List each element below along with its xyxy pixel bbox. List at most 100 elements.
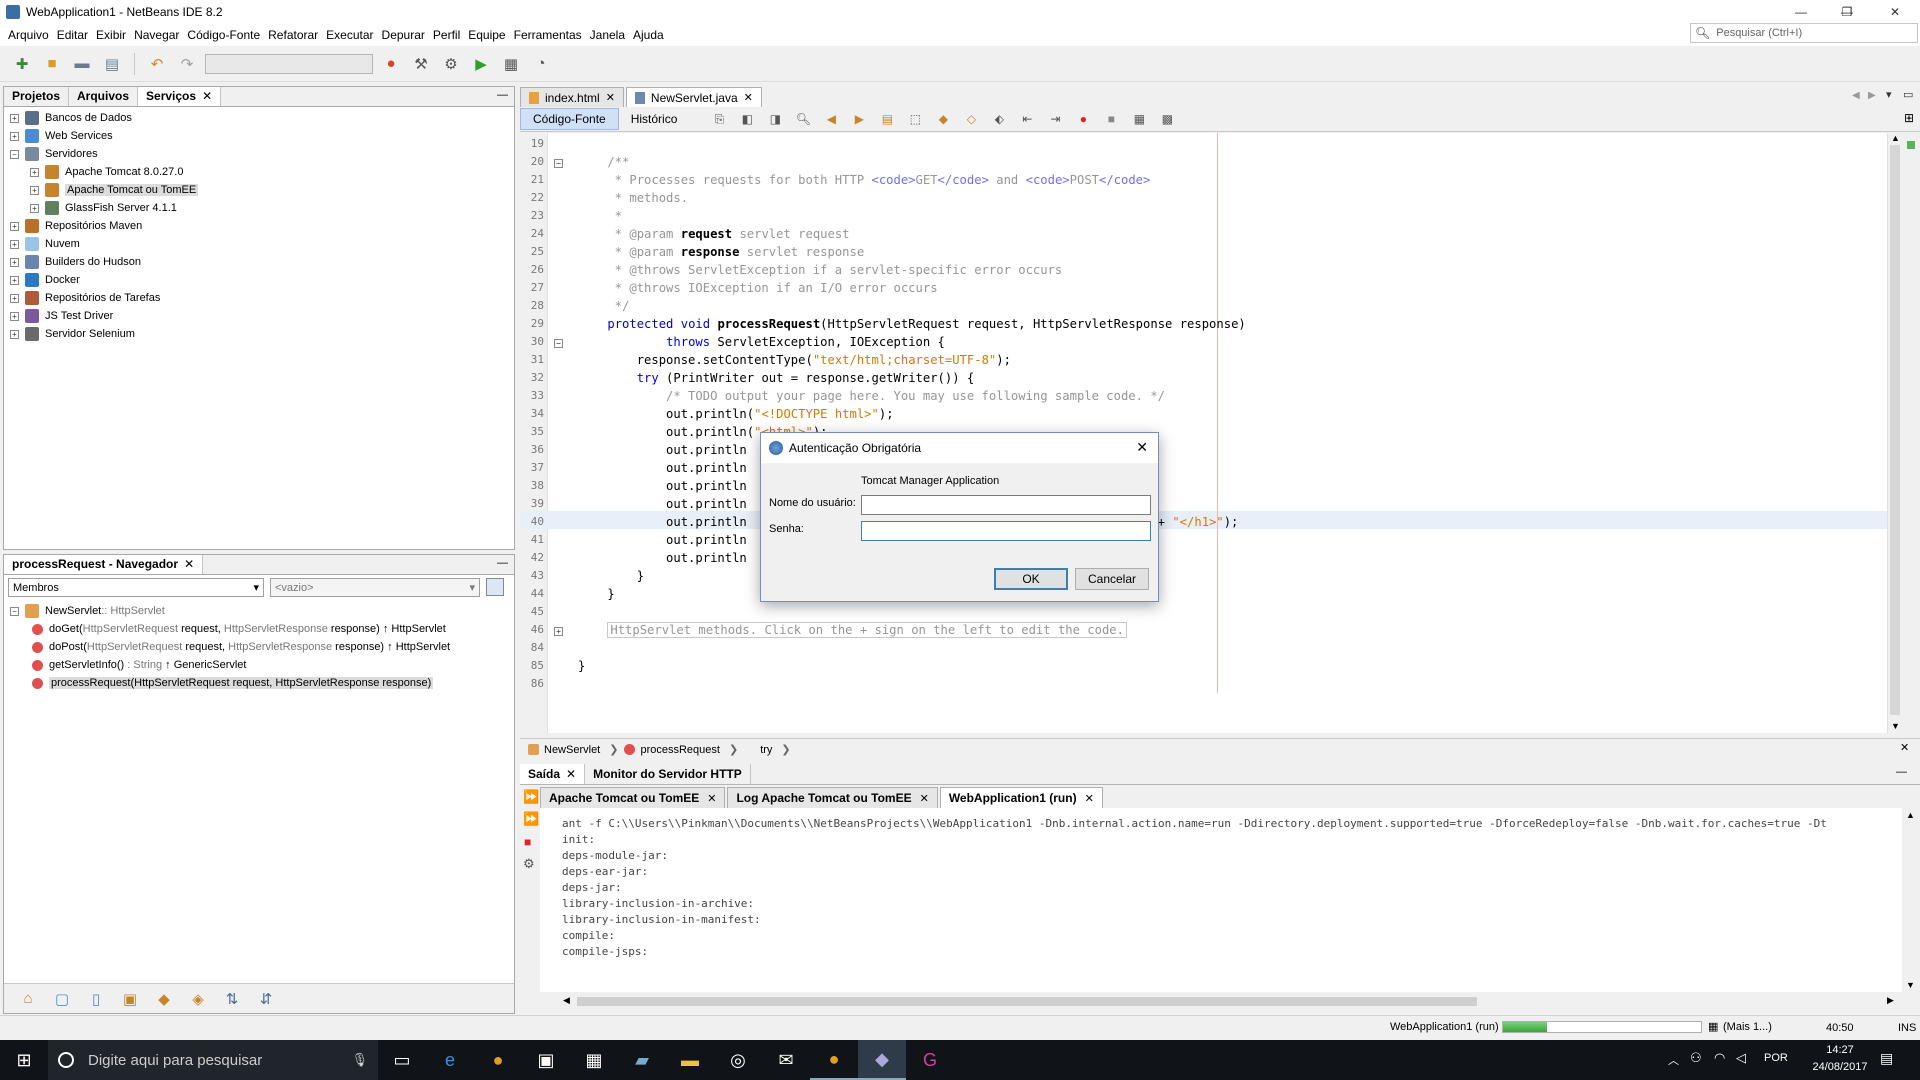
forward-icon[interactable]: ◨ <box>763 107 787 131</box>
tree-node[interactable]: + Nuvem <box>10 235 514 253</box>
open-project-icon[interactable]: ▬ <box>70 52 94 76</box>
clock-date[interactable]: 24/08/2017 <box>1806 1061 1874 1073</box>
breadcrumb-item[interactable]: NewServlet ❯ <box>528 743 618 756</box>
menu-item[interactable]: Ferramentas <box>510 28 586 42</box>
fold-toggle-icon[interactable]: − <box>554 339 563 348</box>
output-tab[interactable]: WebApplication1 (run) ✕ <box>939 787 1103 808</box>
close-icon[interactable]: ✕ <box>202 89 212 103</box>
ok-button[interactable]: OK <box>994 568 1068 590</box>
network-icon[interactable]: ⚇ <box>1690 1050 1702 1066</box>
menu-item[interactable]: Arquivo <box>4 28 53 42</box>
save-all-icon[interactable]: ▤ <box>100 52 124 76</box>
tree-node[interactable]: + GlassFish Server 4.1.1 <box>10 199 514 217</box>
password-field[interactable] <box>861 521 1151 541</box>
expand-icon[interactable]: + <box>10 293 19 303</box>
expand-icon[interactable]: + <box>10 311 19 321</box>
tab-list-icon[interactable]: ▾ <box>1886 88 1892 101</box>
member-node[interactable]: doGet(HttpServletRequest request, HttpSe… <box>10 620 514 638</box>
profile-icon[interactable]: ◔ <box>529 52 553 76</box>
cancel-button[interactable]: Cancelar <box>1075 568 1149 590</box>
output-minimize-button[interactable]: — <box>1896 766 1907 778</box>
expand-icon[interactable]: + <box>10 329 19 339</box>
menu-item[interactable]: Navegar <box>130 28 183 42</box>
undo-icon[interactable]: ↶ <box>145 52 169 76</box>
scroll-down-icon[interactable]: ▼ <box>1891 721 1900 731</box>
tab-output[interactable]: Saída ✕ <box>520 764 586 784</box>
chrome-window-icon[interactable]: ● <box>810 1040 858 1080</box>
comment-icon[interactable]: ▦ <box>1127 107 1151 131</box>
menu-item[interactable]: Exibir <box>92 28 130 42</box>
prev-bookmark-icon[interactable]: ◆ <box>931 107 955 131</box>
close-icon[interactable]: ✕ <box>606 91 615 104</box>
back-icon[interactable]: ◧ <box>735 107 759 131</box>
store-icon[interactable]: ▣ <box>522 1040 570 1080</box>
menu-item[interactable]: Editar <box>53 28 92 42</box>
class-node[interactable]: − NewServlet :: HttpServlet <box>10 602 514 620</box>
new-project-icon[interactable]: ■ <box>40 52 64 76</box>
maximize-button[interactable]: ❐ <box>1824 0 1870 24</box>
output-tab[interactable]: Log Apache Tomcat ou TomEE ✕ <box>727 787 938 808</box>
username-field[interactable] <box>861 495 1151 515</box>
maximize-editor-icon[interactable]: ▭ <box>1903 88 1913 101</box>
task-view-icon[interactable]: ▭ <box>378 1040 426 1080</box>
run-icon[interactable]: ▶ <box>469 52 493 76</box>
uncomment-icon[interactable]: ▩ <box>1155 107 1179 131</box>
menu-item[interactable]: Executar <box>322 28 377 42</box>
collapse-icon[interactable]: − <box>10 149 19 159</box>
editor-tab[interactable]: NewServlet.java ✕ <box>625 87 762 107</box>
fold-toggle-icon[interactable]: − <box>554 159 563 168</box>
find-next-icon[interactable]: ▶ <box>847 107 871 131</box>
dialog-close-button[interactable]: ✕ <box>1136 439 1148 456</box>
collapse-icon[interactable]: − <box>10 606 19 616</box>
panel-minimize-button[interactable]: — <box>497 557 508 569</box>
menu-item[interactable]: Perfil <box>429 28 464 42</box>
rerun-icon[interactable]: ⏩ <box>523 789 539 805</box>
edge-icon[interactable]: e <box>426 1040 474 1080</box>
panel-minimize-button[interactable]: — <box>497 89 508 101</box>
close-icon[interactable]: ✕ <box>744 91 753 104</box>
build-icon[interactable]: ⚒ <box>409 52 433 76</box>
fqn-icon[interactable]: ◈ <box>186 987 210 1011</box>
tree-node[interactable]: + Docker <box>10 271 514 289</box>
close-icon[interactable]: ✕ <box>1085 792 1094 805</box>
editor-tab[interactable]: index.html ✕ <box>520 87 624 107</box>
panel-tab[interactable]: Arquivos <box>69 87 139 106</box>
members-select[interactable]: Membros ▾ <box>8 578 264 597</box>
chrome-icon[interactable]: ● <box>474 1040 522 1080</box>
file-explorer-icon[interactable]: ▬ <box>666 1040 714 1080</box>
scroll-up-icon[interactable]: ▲ <box>1891 133 1900 143</box>
expand-icon[interactable]: + <box>10 275 19 285</box>
menu-item[interactable]: Janela <box>586 28 629 42</box>
tree-node[interactable]: + Apache Tomcat 8.0.27.0 <box>10 163 514 181</box>
output-scroll-thumb[interactable] <box>577 997 1477 1006</box>
tree-node[interactable]: + Servidor Selenium <box>10 325 514 343</box>
breadcrumb-item[interactable]: try ❯ <box>744 743 790 757</box>
shift-right-icon[interactable]: ⇥ <box>1043 107 1067 131</box>
next-bookmark-icon[interactable]: ◇ <box>959 107 983 131</box>
fields-filter-icon[interactable]: ▢ <box>50 987 74 1011</box>
inherited-members-icon[interactable]: ⌂ <box>16 987 40 1011</box>
menu-item[interactable]: Código-Fonte <box>183 28 264 42</box>
tab-source[interactable]: Código-Fonte <box>520 108 619 130</box>
toggle-bookmark-icon[interactable]: ⬖ <box>987 107 1011 131</box>
show-hidden-icons[interactable]: ︿ <box>1668 1052 1679 1068</box>
code-editor[interactable]: 19 20 − /** 21 * Processes requests for bot… <box>520 133 1887 733</box>
menu-item[interactable]: Equipe <box>464 28 509 42</box>
editor-scroll-thumb[interactable] <box>1890 145 1900 715</box>
output-console[interactable]: ant -f C:\\Users\\Pinkman\\Documents\\Ne… <box>540 808 1902 992</box>
browser-icon[interactable]: ● <box>379 52 403 76</box>
tree-node[interactable]: + Repositórios Maven <box>10 217 514 235</box>
clean-build-icon[interactable]: ⚙ <box>439 52 463 76</box>
expand-icon[interactable]: + <box>10 131 19 141</box>
shift-left-icon[interactable]: ⇤ <box>1015 107 1039 131</box>
stop-macro-icon[interactable]: ■ <box>1099 107 1123 131</box>
nonpublic-filter-icon[interactable]: ▣ <box>118 987 142 1011</box>
windows-start-icon[interactable]: ⊞ <box>0 1040 48 1080</box>
notepad-icon[interactable]: ▰ <box>618 1040 666 1080</box>
close-icon[interactable]: ✕ <box>566 767 576 781</box>
expand-icon[interactable]: + <box>30 203 39 213</box>
pdf-app-icon[interactable]: G <box>906 1040 954 1080</box>
expand-icon[interactable]: + <box>10 221 19 231</box>
output-vertical-scrollbar[interactable]: ▲ ▼ <box>1902 808 1920 994</box>
language-indicator[interactable]: POR <box>1764 1052 1788 1064</box>
